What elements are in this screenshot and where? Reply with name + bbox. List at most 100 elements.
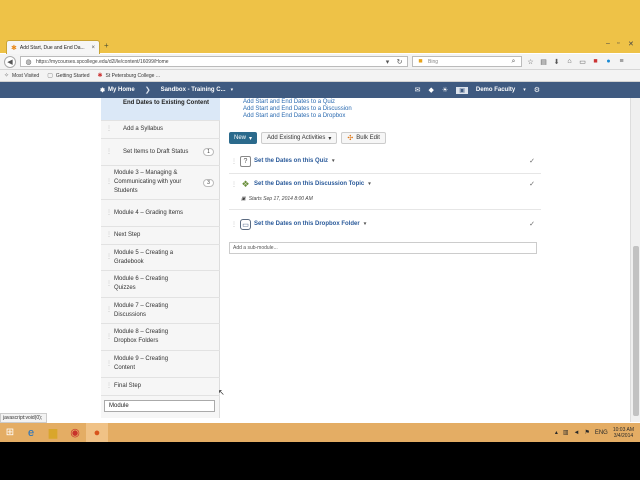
- file-explorer-icon[interactable]: ▆: [42, 423, 64, 442]
- course-dropdown-icon[interactable]: ▾: [231, 87, 234, 93]
- drag-grip-icon[interactable]: ⋮: [106, 231, 112, 240]
- sidebar-item[interactable]: ⋮ Add a Syllabus: [101, 120, 220, 138]
- flag-icon[interactable]: ⚑: [584, 429, 589, 436]
- topic-dropbox[interactable]: ⋮ ▭ Set the Dates on this Dropbox Folder…: [229, 219, 541, 233]
- topic-discussion[interactable]: ⋮ ❖ Set the Dates on this Discussion Top…: [229, 179, 541, 193]
- search-icon[interactable]: ⌕: [509, 58, 518, 66]
- sidebar-item-selected[interactable]: End Dates to Existing Content: [101, 98, 220, 120]
- language-indicator[interactable]: ENG: [595, 430, 608, 436]
- network-icon[interactable]: ▥: [563, 429, 569, 436]
- chevron-down-icon: ▾: [328, 135, 332, 142]
- d2l-navbar: ✽ My Home ❯ Sandbox - Training C... ▾ ✉ …: [0, 82, 640, 98]
- bookmark-most-visited[interactable]: ✧ Most Visited: [4, 72, 39, 80]
- bookmark-star-icon[interactable]: ☆: [526, 58, 535, 66]
- drag-grip-icon[interactable]: ⋮: [106, 280, 112, 289]
- sidebar-item[interactable]: ⋮ Module 8 – Creating Dropbox Folders: [101, 323, 220, 350]
- clock[interactable]: 10:03 AM 3/4/2014: [613, 427, 634, 439]
- menu-icon[interactable]: ≡: [617, 58, 626, 65]
- browser-tab[interactable]: ✱ Add Start, Due and End Da... ×: [6, 40, 100, 54]
- globe-icon: ◍: [25, 58, 32, 66]
- sidebar-item[interactable]: ⋮ Next Step: [101, 226, 220, 244]
- bulk-edit-button[interactable]: ✣ Bulk Edit: [341, 132, 386, 144]
- addon-icon[interactable]: ■: [591, 58, 600, 65]
- drag-grip-icon[interactable]: ⋮: [106, 209, 112, 218]
- bookmarks-menu-icon[interactable]: ▤: [539, 58, 548, 66]
- drag-grip-icon[interactable]: ⋮: [106, 125, 112, 134]
- start-date-info: ▣ Starts Sep 17, 2014 8:00 AM: [241, 196, 313, 202]
- topic-title-text: Set the Dates on this Dropbox Folder: [254, 221, 360, 227]
- add-submodule-input[interactable]: Add a sub-module...: [229, 242, 537, 254]
- letterbox-bottom: [0, 442, 640, 480]
- maximize-icon[interactable]: ▫: [617, 40, 619, 47]
- sidebar-item[interactable]: ⋮ Set Items to Draft Status 1: [101, 138, 220, 165]
- clock-date: 3/4/2014: [613, 432, 634, 439]
- chrome-icon[interactable]: ◉: [64, 423, 86, 442]
- search-bar[interactable]: ■ Bing ⌕: [412, 56, 522, 67]
- drag-grip-icon[interactable]: ⋮: [106, 382, 112, 391]
- divider: [229, 209, 541, 210]
- topic-title[interactable]: Set the Dates on this Dropbox Folder ▾: [254, 221, 366, 227]
- firefox-icon[interactable]: ●: [86, 423, 108, 442]
- download-icon[interactable]: ⬇: [552, 58, 561, 66]
- tray-arrow-icon[interactable]: ▴: [555, 429, 558, 436]
- dropdown-arrow-icon[interactable]: ▾: [383, 58, 392, 66]
- url-bar[interactable]: ◍ https://mycourses.spcollege.edu/d2l/le…: [20, 56, 408, 67]
- sidebar-item[interactable]: ⋮ Module 9 – Creating Content: [101, 350, 220, 377]
- subscription-icon[interactable]: ◆: [429, 86, 434, 94]
- drag-grip-icon[interactable]: ⋮: [231, 181, 237, 188]
- sidebar-item[interactable]: ⋮ Module 4 – Grading Items: [101, 199, 220, 226]
- user-dropdown-icon[interactable]: ▾: [523, 87, 526, 93]
- message-icon[interactable]: ✉: [415, 86, 421, 94]
- drag-grip-icon[interactable]: ⋮: [106, 148, 112, 157]
- drag-grip-icon[interactable]: ⋮: [106, 333, 112, 342]
- minimize-icon[interactable]: –: [606, 40, 610, 47]
- sidebar-item[interactable]: ⋮ Module 6 – Creating Quizzes: [101, 270, 220, 297]
- alerts-icon[interactable]: ☀: [442, 86, 448, 94]
- new-tab-button[interactable]: +: [104, 41, 109, 50]
- chevron-down-icon[interactable]: ▾: [332, 158, 335, 164]
- page-scrollbar[interactable]: [630, 98, 640, 422]
- item-count-badge: 3: [203, 178, 214, 187]
- sidebar-item-label: Add a Syllabus: [123, 126, 164, 132]
- internet-explorer-icon[interactable]: e: [20, 423, 42, 442]
- back-arrow-icon[interactable]: ◀: [4, 55, 16, 68]
- drag-grip-icon[interactable]: ⋮: [106, 253, 112, 262]
- add-existing-activities-button[interactable]: Add Existing Activities ▾: [261, 132, 338, 144]
- sidebar-item[interactable]: ⋮ Module 5 – Creating a Gradebook: [101, 244, 220, 270]
- settings-icon[interactable]: ⚙: [534, 86, 540, 94]
- volume-icon[interactable]: ◄: [574, 430, 580, 436]
- topic-title[interactable]: Set the Dates on this Quiz ▾: [254, 158, 335, 164]
- scrollbar-thumb[interactable]: [633, 246, 639, 416]
- add-module-input[interactable]: Module: [104, 400, 215, 412]
- new-button[interactable]: New ▾: [229, 132, 258, 144]
- sublink-dropbox[interactable]: Add Start and End Dates to a Dropbox: [243, 113, 345, 119]
- breadcrumb-separator-icon: ❯: [144, 87, 151, 94]
- drag-grip-icon[interactable]: ⋮: [231, 221, 237, 228]
- drag-grip-icon[interactable]: ⋮: [106, 178, 112, 187]
- bookmark-getting-started[interactable]: ▢ Getting Started: [47, 72, 89, 80]
- sublink-quiz[interactable]: Add Start and End Dates to a Quiz: [243, 99, 335, 105]
- topic-quiz[interactable]: ⋮ ? Set the Dates on this Quiz ▾ ✓: [229, 156, 541, 170]
- sidebar-item[interactable]: ⋮ Module 3 – Managing & Communicating wi…: [101, 165, 220, 199]
- drag-grip-icon[interactable]: ⋮: [106, 360, 112, 369]
- bookmark-st-petersburg[interactable]: ✱ St Petersburg College ...: [98, 72, 161, 80]
- my-home-link[interactable]: ✽ My Home: [100, 87, 135, 94]
- drag-grip-icon[interactable]: ⋮: [231, 158, 237, 165]
- course-selector[interactable]: Sandbox - Training C...: [161, 87, 226, 93]
- topic-title[interactable]: Set the Dates on this Discussion Topic ▾: [254, 181, 371, 187]
- skype-icon[interactable]: ●: [604, 58, 613, 65]
- sublink-discussion[interactable]: Add Start and End Dates to a Discussion: [243, 106, 352, 112]
- tab-close-icon[interactable]: ×: [91, 45, 95, 51]
- add-existing-label: Add Existing Activities: [267, 135, 326, 141]
- sidebar-item[interactable]: ⋮ Module 7 – Creating Discussions: [101, 297, 220, 323]
- drag-grip-icon[interactable]: ⋮: [106, 306, 112, 315]
- reload-icon[interactable]: ↻: [395, 58, 404, 66]
- chevron-down-icon[interactable]: ▾: [364, 221, 367, 227]
- sidebar-item[interactable]: ⋮ Final Step: [101, 377, 220, 396]
- close-window-icon[interactable]: ✕: [628, 40, 634, 48]
- windows-start-icon[interactable]: ⊞: [0, 423, 20, 442]
- chevron-down-icon[interactable]: ▾: [368, 181, 371, 187]
- chat-icon[interactable]: ▭: [578, 58, 587, 66]
- user-menu[interactable]: Demo Faculty: [476, 87, 515, 93]
- home-icon[interactable]: ⌂: [565, 58, 574, 65]
